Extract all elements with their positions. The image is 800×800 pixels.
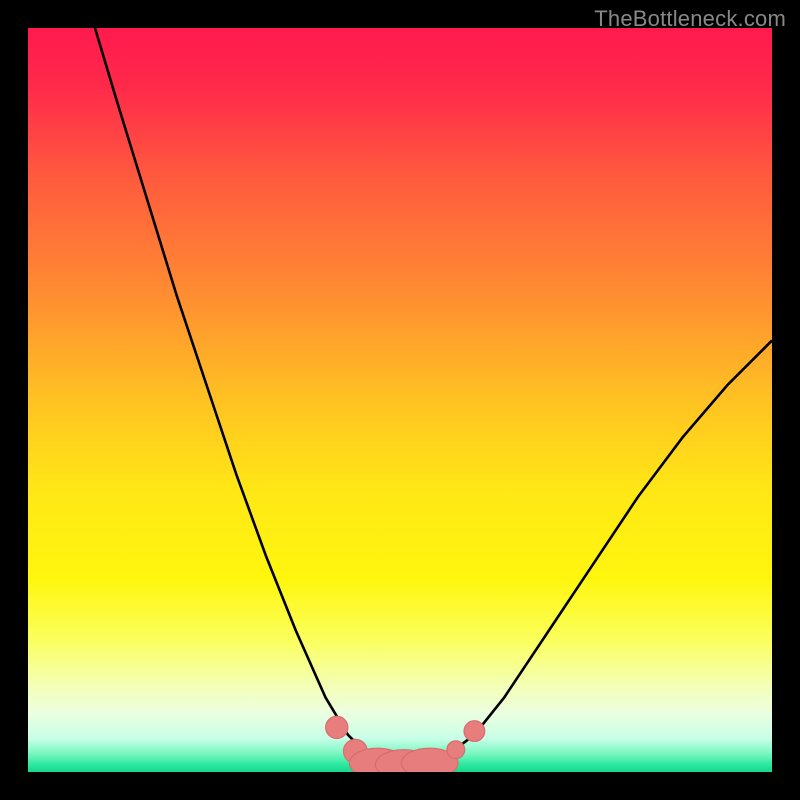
well-marker (326, 716, 348, 738)
watermark-text: TheBottleneck.com (594, 6, 786, 32)
bottleneck-curve (95, 28, 772, 765)
well-marker (464, 721, 485, 742)
plot-area (28, 28, 772, 772)
well-markers (326, 716, 485, 772)
curve-layer (28, 28, 772, 772)
chart-frame: TheBottleneck.com (0, 0, 800, 800)
well-marker (447, 741, 465, 759)
